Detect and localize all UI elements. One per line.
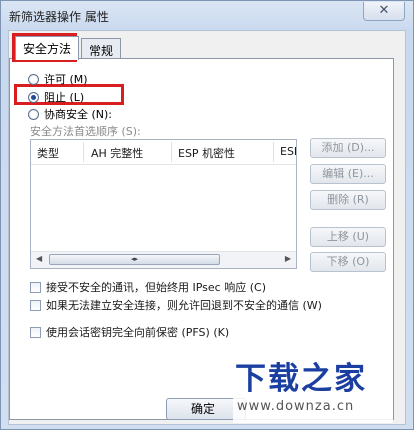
column-esp-confidentiality[interactable]: ESP 机密性 [178, 145, 235, 161]
column-esp-truncated[interactable]: ESI [280, 145, 296, 158]
edit-button[interactable]: 编辑 (E)... [310, 164, 386, 184]
checkbox[interactable] [30, 326, 41, 338]
watermark-url: www.downza.cn [237, 399, 355, 414]
watermark-logo: 下载之家 [235, 361, 367, 397]
properties-dialog: 新筛选器操作 属性 ✕ 安全方法 常规 许可 (M) 阻止 (L) 协商安全 (… [0, 0, 414, 430]
remove-button[interactable]: 删除 (R) [310, 190, 386, 210]
move-down-button[interactable]: 下移 (O) [310, 252, 386, 272]
scroll-right-icon[interactable]: ▶ [285, 254, 291, 263]
tab-label: 安全方法 [23, 42, 72, 56]
radio-button[interactable] [28, 73, 39, 85]
checkbox-pfs[interactable]: 使用会话密钥完全向前保密 (PFS) (K) [30, 324, 229, 340]
title-bar[interactable]: 新筛选器操作 属性 ✕ [1, 1, 413, 31]
checkbox[interactable] [30, 299, 41, 311]
methods-order-label: 安全方法首选顺序 (S): [30, 125, 141, 138]
checkbox-label: 如果无法建立安全连接，则允许回退到不安全的通信 (W) [46, 299, 322, 312]
column-divider[interactable] [273, 142, 274, 162]
list-header: 类型 AH 完整性 ESP 机密性 ESI [31, 140, 296, 165]
tab-security-methods[interactable]: 安全方法 [15, 36, 80, 60]
radio-button[interactable] [28, 108, 39, 120]
checkbox[interactable] [30, 281, 41, 293]
column-type[interactable]: 类型 [37, 145, 59, 161]
site-watermark: 下载之家 www.downza.cn [233, 353, 393, 423]
radio-block[interactable]: 阻止 (L) [28, 89, 84, 105]
column-divider[interactable] [83, 142, 84, 162]
tab-general[interactable]: 常规 [81, 38, 122, 60]
checkbox-allow-fallback[interactable]: 如果无法建立安全连接，则允许回退到不安全的通信 (W) [30, 297, 322, 313]
checkbox-accept-unsecured[interactable]: 接受不安全的通讯，但始终用 IPsec 响应 (C) [30, 279, 266, 295]
horizontal-scrollbar[interactable]: ◀ ◂▸ ▶ [31, 251, 296, 268]
radio-negotiate[interactable]: 协商安全 (N): [28, 106, 112, 122]
radio-label: 协商安全 (N): [44, 108, 113, 121]
radio-label: 许可 (M) [44, 73, 88, 86]
security-methods-list[interactable]: 类型 AH 完整性 ESP 机密性 ESI ◀ ◂▸ ▶ [30, 139, 297, 269]
add-button[interactable]: 添加 (D)... [310, 138, 386, 158]
column-ah-integrity[interactable]: AH 完整性 [91, 145, 143, 161]
scrollbar-thumb[interactable]: ◂▸ [49, 254, 220, 265]
column-divider[interactable] [171, 142, 172, 162]
checkbox-label: 使用会话密钥完全向前保密 (PFS) (K) [46, 326, 230, 339]
checkbox-label: 接受不安全的通讯，但始终用 IPsec 响应 (C) [46, 281, 266, 294]
close-button[interactable]: ✕ [363, 2, 405, 21]
tab-label: 常规 [89, 44, 114, 58]
radio-label: 阻止 (L) [44, 91, 85, 104]
move-up-button[interactable]: 上移 (U) [310, 227, 386, 247]
close-icon: ✕ [378, 3, 390, 18]
radio-permit[interactable]: 许可 (M) [28, 71, 88, 87]
scroll-left-icon[interactable]: ◀ [36, 254, 42, 263]
window-title: 新筛选器操作 属性 [9, 10, 109, 24]
radio-button-selected[interactable] [28, 91, 39, 103]
